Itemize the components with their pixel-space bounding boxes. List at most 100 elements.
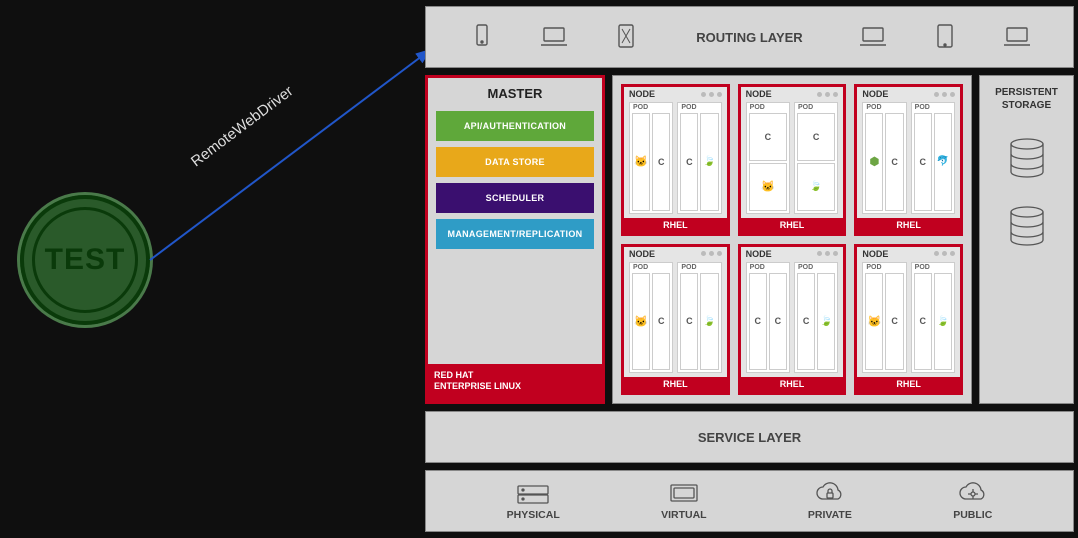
container-c: C [652, 113, 670, 211]
node-footer: RHEL [857, 218, 960, 233]
pods-grid: PODC PODC [624, 260, 727, 378]
master-foot-line2: ENTERPRISE LINUX [434, 381, 596, 393]
infra-virtual-label: VIRTUAL [661, 509, 707, 521]
container-c: C [797, 273, 815, 371]
node-dots-icon [701, 92, 722, 97]
container-c: C [749, 273, 767, 371]
node-header: NODE [741, 87, 844, 100]
routing-layer-title: ROUTING LAYER [696, 30, 802, 45]
pod-label: POD [795, 263, 837, 271]
pods-grid: PODC PODC [857, 100, 960, 218]
service-layer-title: SERVICE LAYER [698, 430, 801, 445]
tomcat-icon [865, 273, 883, 371]
node-dots-icon [817, 251, 838, 256]
node-header: NODE [857, 87, 960, 100]
infra-physical: PHYSICAL [507, 481, 560, 521]
pod: POD C [677, 102, 721, 214]
pod: PODC [911, 262, 955, 374]
nodes-grid: NODE PODC PODC RHEL NODE PODC PODC RHEL … [612, 75, 972, 404]
node-label: NODE [862, 89, 888, 99]
node-block: NODE PODC PODC RHEL [621, 244, 730, 396]
pod: POD C [629, 102, 673, 214]
infra-private: PRIVATE [808, 481, 852, 521]
container-c: C [885, 113, 903, 211]
node-label: NODE [862, 249, 888, 259]
container-c: C [652, 273, 670, 371]
node-label: NODE [629, 89, 655, 99]
pod-label: POD [747, 263, 789, 271]
pod: POD C [862, 102, 906, 214]
container-c: C [885, 273, 903, 371]
tomcat-icon [632, 113, 650, 211]
pod: PODC [794, 102, 838, 214]
tablet-icon [929, 23, 961, 51]
node-label: NODE [629, 249, 655, 259]
pod: PODC [677, 262, 721, 374]
cloud-lock-icon [811, 481, 849, 507]
pod: POD C [862, 262, 906, 374]
node-header: NODE [857, 247, 960, 260]
node-block: NODE PODC PODC RHEL [854, 244, 963, 396]
container-c: C [680, 113, 698, 211]
phone-icon [466, 23, 498, 51]
pod-label: POD [863, 263, 905, 271]
container-c: C [769, 273, 787, 371]
mongo-icon [700, 113, 718, 211]
node-dots-icon [934, 251, 955, 256]
vm-icon [665, 481, 703, 507]
pod: PODC [911, 102, 955, 214]
node-block: NODE PODC PODC RHEL [854, 84, 963, 236]
pod-label: POD [678, 103, 720, 111]
badge-inner-ring [32, 207, 138, 313]
test-badge: TEST [20, 195, 150, 325]
mongo-icon [700, 273, 718, 371]
server-icon [514, 481, 552, 507]
infra-virtual: VIRTUAL [661, 481, 707, 521]
infrastructure-band: PHYSICAL VIRTUAL PRIVATE PUBLIC [425, 470, 1074, 532]
infra-public-label: PUBLIC [953, 509, 992, 521]
node-block: NODE PODC PODC RHEL [738, 84, 847, 236]
infra-physical-label: PHYSICAL [507, 509, 560, 521]
mongo-icon [934, 273, 952, 371]
pod: PODC [746, 102, 790, 214]
arrow-line [140, 20, 440, 280]
pods-grid: POD CC POD C [741, 260, 844, 378]
pod-label: POD [630, 263, 672, 271]
storage-title: PERSISTENT STORAGE [995, 86, 1058, 112]
architecture-diagram: ROUTING LAYER MASTER API/AUTHENTICATION … [425, 6, 1074, 532]
container-c: C [749, 113, 787, 161]
tomcat-icon [749, 163, 787, 211]
mysql-icon [934, 113, 952, 211]
tablet-icon [610, 23, 642, 51]
middle-row: MASTER API/AUTHENTICATION DATA STORE SCH… [425, 75, 1074, 404]
master-datastore-box: DATA STORE [436, 147, 594, 177]
pods-grid: POD C POD C [624, 100, 727, 218]
node-footer: RHEL [857, 377, 960, 392]
storage-title-line1: PERSISTENT [995, 86, 1058, 99]
node-footer: RHEL [741, 218, 844, 233]
pods-grid: PODC PODC [741, 100, 844, 218]
container-c: C [680, 273, 698, 371]
pod-label: POD [863, 103, 905, 111]
node-dots-icon [701, 251, 722, 256]
storage-title-line2: STORAGE [995, 99, 1058, 112]
pod: POD CC [746, 262, 790, 374]
routing-layer-band: ROUTING LAYER [425, 6, 1074, 68]
master-scheduler-box: SCHEDULER [436, 183, 594, 213]
master-mgmt-box: MANAGEMENT/REPLICATION [436, 219, 594, 249]
pod-label: POD [630, 103, 672, 111]
node-dots-icon [934, 92, 955, 97]
node-label: NODE [746, 249, 772, 259]
laptop-icon [1001, 23, 1033, 51]
database-icon [1005, 204, 1049, 248]
node-header: NODE [624, 87, 727, 100]
pods-grid: PODC PODC [857, 260, 960, 378]
laptop-icon [538, 23, 570, 51]
node-label: NODE [746, 89, 772, 99]
tomcat-icon [632, 273, 650, 371]
pod: POD C [629, 262, 673, 374]
node-block: NODE PODCC PODC RHEL [738, 244, 847, 396]
persistent-storage-block: PERSISTENT STORAGE [979, 75, 1074, 404]
container-c: C [914, 273, 932, 371]
nodejs-icon [865, 113, 883, 211]
